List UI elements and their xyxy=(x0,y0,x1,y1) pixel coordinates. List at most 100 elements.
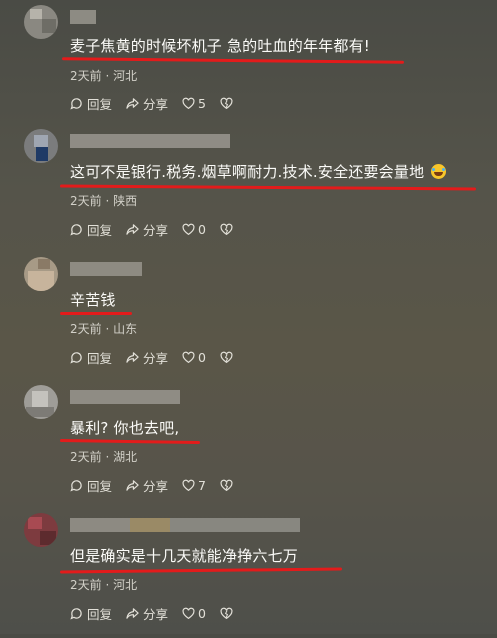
share-icon xyxy=(126,479,139,491)
heart-icon xyxy=(182,97,195,109)
share-button[interactable]: 分享 xyxy=(126,220,168,239)
comment-actions: 回复 分享 0 xyxy=(70,604,233,622)
share-label: 分享 xyxy=(143,96,169,112)
dislike-icon xyxy=(220,223,233,235)
red-underline-annotation xyxy=(59,439,201,444)
comment-text: 这可不是银行.税务.烟草啊耐力.技术.安全还要会量地 xyxy=(70,162,447,182)
comment-meta: 2天前 · 湖北 xyxy=(70,448,137,465)
comment-time: 2天前 xyxy=(70,194,102,208)
dislike-icon xyxy=(220,607,233,619)
reply-icon xyxy=(70,97,82,110)
reply-icon xyxy=(70,607,82,620)
dislike-button[interactable] xyxy=(220,607,233,620)
meta-separator: · xyxy=(105,450,110,464)
reply-button[interactable]: 回复 xyxy=(70,604,112,623)
dislike-button[interactable] xyxy=(220,479,233,492)
dislike-icon xyxy=(220,351,233,363)
like-count: 5 xyxy=(198,95,206,111)
reply-button[interactable]: 回复 xyxy=(70,476,112,495)
reply-label: 回复 xyxy=(87,606,113,622)
comment-actions: 回复 分享 7 xyxy=(70,476,233,494)
dislike-icon xyxy=(220,97,233,109)
heart-icon xyxy=(182,351,195,363)
heart-icon xyxy=(182,607,195,619)
reply-label: 回复 xyxy=(87,96,113,112)
like-button[interactable]: 0 xyxy=(182,222,206,237)
dislike-button[interactable] xyxy=(220,97,233,110)
like-count: 0 xyxy=(198,221,206,237)
reply-button[interactable]: 回复 xyxy=(70,220,112,239)
red-underline-annotation xyxy=(61,57,405,64)
username-blurred[interactable] xyxy=(70,134,230,148)
share-button[interactable]: 分享 xyxy=(126,348,168,367)
reply-label: 回复 xyxy=(87,478,113,494)
like-button[interactable]: 7 xyxy=(182,478,206,493)
avatar[interactable] xyxy=(24,129,58,163)
laughing-emoji-icon xyxy=(431,164,447,179)
comment-location: 山东 xyxy=(113,322,138,336)
meta-separator: · xyxy=(105,194,110,208)
reply-icon xyxy=(70,351,82,364)
meta-separator: · xyxy=(105,578,110,592)
reply-button[interactable]: 回复 xyxy=(70,94,112,113)
avatar[interactable] xyxy=(24,385,58,419)
comment-item: 麦子焦黄的时候坏机子 急的吐血的年年都有! 2天前 · 河北 回复 分享 5 xyxy=(0,2,497,130)
avatar[interactable] xyxy=(24,257,58,291)
like-button[interactable]: 0 xyxy=(182,606,206,621)
comment-text: 麦子焦黄的时候坏机子 急的吐血的年年都有! xyxy=(70,37,370,55)
comment-location: 河北 xyxy=(113,69,138,83)
comment-time: 2天前 xyxy=(70,450,102,464)
dislike-button[interactable] xyxy=(220,223,233,236)
share-label: 分享 xyxy=(143,478,169,494)
red-underline-annotation xyxy=(59,567,343,574)
comment-meta: 2天前 · 河北 xyxy=(70,576,137,593)
comment-meta: 2天前 · 山东 xyxy=(70,320,137,337)
comment-meta: 2天前 · 陕西 xyxy=(70,192,137,209)
comment-meta: 2天前 · 河北 xyxy=(70,67,137,84)
share-button[interactable]: 分享 xyxy=(126,476,168,495)
comment-time: 2天前 xyxy=(70,578,102,592)
share-label: 分享 xyxy=(143,350,169,366)
like-button[interactable]: 5 xyxy=(182,96,206,111)
share-icon xyxy=(126,97,139,109)
avatar[interactable] xyxy=(24,5,58,39)
meta-separator: · xyxy=(105,322,110,336)
share-icon xyxy=(126,223,139,235)
reply-button[interactable]: 回复 xyxy=(70,348,112,367)
username-blurred[interactable] xyxy=(70,10,96,24)
meta-separator: · xyxy=(105,69,110,83)
comment-text: 但是确实是十几天就能净挣六七万 xyxy=(70,547,299,565)
share-label: 分享 xyxy=(143,222,169,238)
username-blurred[interactable] xyxy=(70,262,142,276)
comment-time: 2天前 xyxy=(70,322,102,336)
comment-location: 湖北 xyxy=(113,450,138,464)
like-count: 7 xyxy=(198,477,206,493)
like-button[interactable]: 0 xyxy=(182,350,206,365)
dislike-icon xyxy=(220,479,233,491)
heart-icon xyxy=(182,479,195,491)
avatar[interactable] xyxy=(24,513,58,547)
reply-label: 回复 xyxy=(87,350,113,366)
share-label: 分享 xyxy=(143,606,169,622)
comment-item: 暴利? 你也去吧, 2天前 · 湖北 回复 分享 7 xyxy=(0,382,497,510)
username-blurred[interactable] xyxy=(70,390,180,404)
comment-time: 2天前 xyxy=(70,69,102,83)
comment-text: 暴利? 你也去吧, xyxy=(70,419,180,437)
username-blurred[interactable] xyxy=(70,518,300,532)
reply-icon xyxy=(70,479,82,492)
like-count: 0 xyxy=(198,605,206,621)
comment-location: 陕西 xyxy=(113,194,138,208)
red-underline-annotation xyxy=(59,184,477,191)
reply-label: 回复 xyxy=(87,222,113,238)
comment-text: 辛苦钱 xyxy=(70,291,116,309)
dislike-button[interactable] xyxy=(220,351,233,364)
comment-actions: 回复 分享 0 xyxy=(70,348,233,366)
comment-actions: 回复 分享 0 xyxy=(70,220,233,238)
comment-item: 这可不是银行.税务.烟草啊耐力.技术.安全还要会量地 2天前 · 陕西 回复 分… xyxy=(0,126,497,254)
comment-item: 辛苦钱 2天前 · 山东 回复 分享 0 xyxy=(0,254,497,382)
share-button[interactable]: 分享 xyxy=(126,94,168,113)
share-icon xyxy=(126,351,139,363)
share-button[interactable]: 分享 xyxy=(126,604,168,623)
comment-item: 但是确实是十几天就能净挣六七万 2天前 · 河北 回复 分享 0 xyxy=(0,510,497,638)
reply-icon xyxy=(70,223,82,236)
